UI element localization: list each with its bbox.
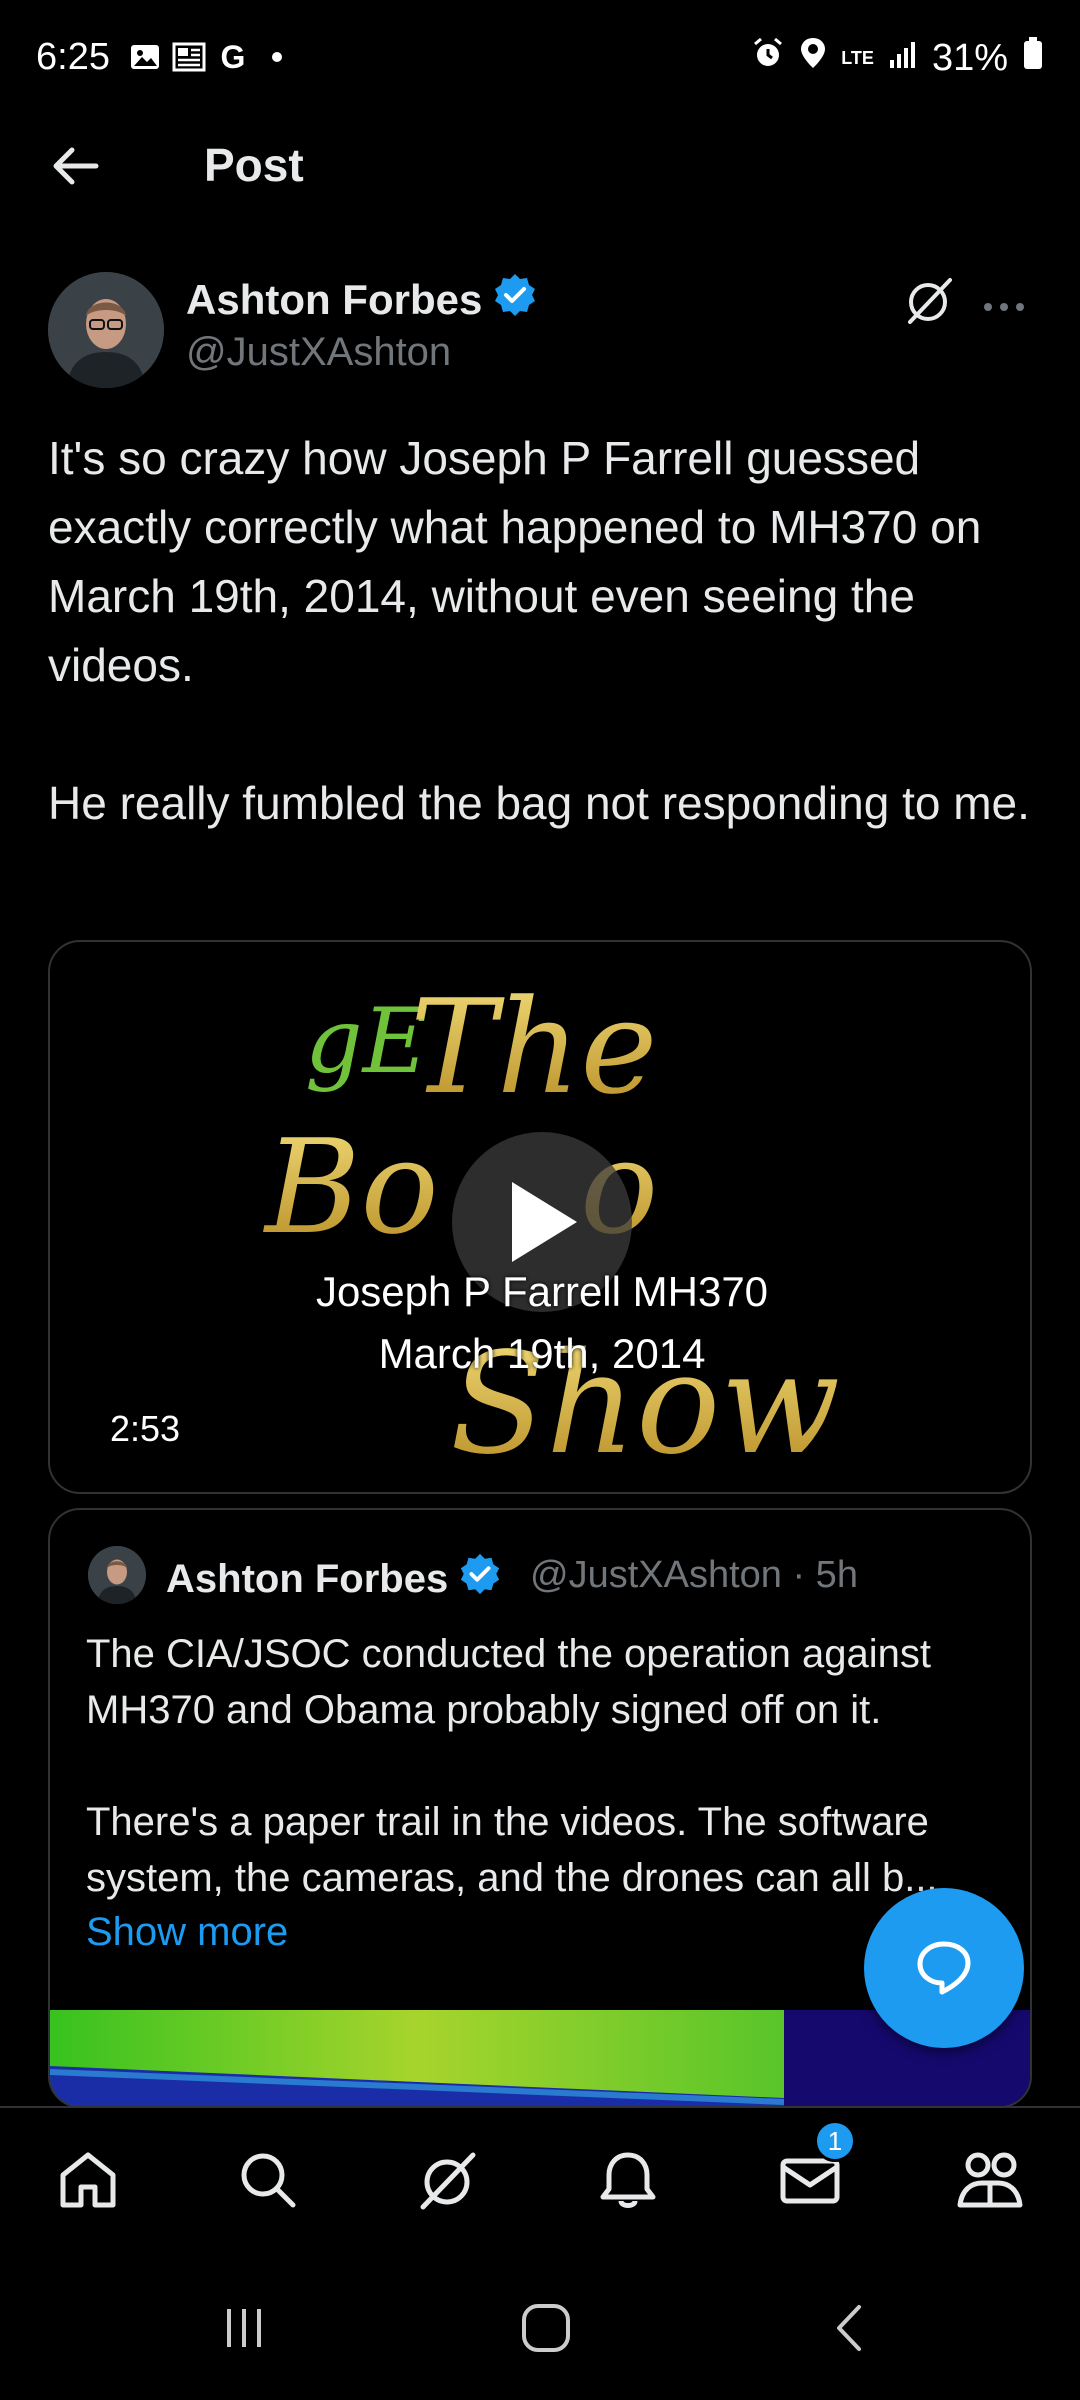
- communities-icon: [957, 2152, 1023, 2208]
- post-text: It's so crazy how Joseph P Farrell guess…: [48, 432, 1030, 829]
- quoted-author-name-text: Ashton Forbes: [166, 1556, 449, 1601]
- news-icon: [172, 40, 206, 74]
- quoted-avatar: [88, 1546, 146, 1604]
- back-arrow-icon[interactable]: [48, 138, 104, 194]
- alarm-icon: [751, 36, 785, 80]
- dot-icon: [260, 40, 294, 74]
- bottom-navigation: 1: [0, 2106, 1080, 2256]
- location-icon: [799, 36, 827, 80]
- grok-icon: [420, 2152, 476, 2210]
- search-icon: [241, 2153, 296, 2208]
- recent-apps-icon[interactable]: [204, 2296, 284, 2360]
- signal-icon: [888, 37, 918, 80]
- video-caption-line2: March 19th, 2014: [378, 1330, 706, 1377]
- video-duration: 2:53: [110, 1408, 181, 1449]
- grok-icon[interactable]: [902, 272, 958, 328]
- video-caption-line1: Joseph P Farrell MH370: [315, 1268, 769, 1315]
- battery-level: 31%: [931, 36, 1008, 79]
- home-icon: [60, 2152, 116, 2208]
- top-app-bar: Post: [0, 120, 1080, 212]
- reply-bubble-icon: [917, 1941, 971, 1995]
- network-type: LTE: [841, 48, 874, 68]
- poster-line1: The: [410, 971, 657, 1123]
- verified-badge-icon: [458, 1552, 502, 1606]
- play-icon: [512, 1182, 577, 1262]
- show-more-link[interactable]: Show more: [86, 1910, 288, 1955]
- home-button-icon[interactable]: [506, 2296, 586, 2360]
- messages-badge: 1: [814, 2120, 856, 2162]
- avatar[interactable]: [48, 272, 164, 388]
- poster-line2: Bo: [263, 1111, 439, 1263]
- nav-communities[interactable]: [950, 2140, 1030, 2220]
- nav-grok[interactable]: [408, 2140, 488, 2220]
- image-icon: [128, 40, 162, 74]
- video-player[interactable]: gE The Bo o Show Joseph P Farrell MH370 …: [48, 940, 1032, 1494]
- quoted-handle-time: @JustXAshton · 5h: [530, 1554, 858, 1596]
- quoted-text: The CIA/JSOC conducted the operation aga…: [86, 1632, 938, 1900]
- author-name-text: Ashton Forbes: [186, 276, 483, 323]
- google-icon: G: [220, 38, 246, 75]
- more-options-icon[interactable]: [982, 278, 1026, 323]
- system-navigation-bar: [0, 2256, 1080, 2400]
- nav-search[interactable]: [228, 2140, 308, 2220]
- nav-notifications[interactable]: [588, 2140, 668, 2220]
- notifications-icon: [600, 2152, 656, 2208]
- verified-badge-icon: [492, 272, 538, 328]
- system-back-icon[interactable]: [810, 2296, 890, 2360]
- page-title: Post: [204, 139, 304, 191]
- quoted-media-thumbnail[interactable]: [50, 2010, 1032, 2108]
- nav-messages[interactable]: 1: [770, 2120, 856, 2220]
- status-notification-icons: G: [128, 38, 294, 75]
- status-system-icons: LTE 31%: [751, 36, 1044, 80]
- nav-home[interactable]: [48, 2140, 128, 2220]
- battery-icon: [1022, 36, 1044, 80]
- author-name[interactable]: Ashton Forbes: [186, 272, 538, 328]
- author-handle[interactable]: @JustXAshton: [186, 330, 451, 375]
- status-time: 6:25: [36, 36, 110, 78]
- compose-reply-button[interactable]: [864, 1888, 1024, 2048]
- status-bar: 6:25 G LTE 31%: [0, 0, 1080, 120]
- quoted-author-name: Ashton Forbes: [166, 1552, 502, 1606]
